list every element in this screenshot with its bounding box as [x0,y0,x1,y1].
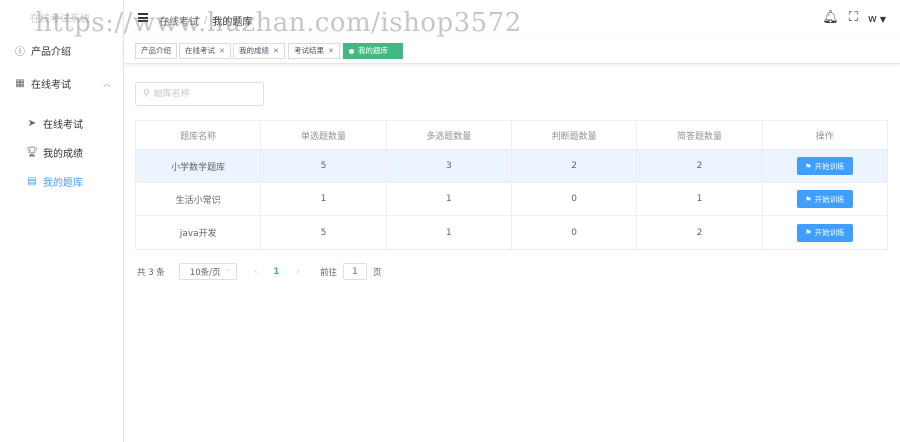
goto-suffix: 页 [372,267,382,278]
sidebar: 在线考试系统 ⓘ 产品介绍 ▦ 在线考试 ︿ ➤ 在线考试 🏆︎ 我的成绩 ▤ … [0,0,124,442]
tag-my-question-bank[interactable]: 我的题库 [343,43,403,59]
sidebar-item-product-intro[interactable]: ⓘ 产品介绍 [0,39,123,61]
button-label: 开始训练 [814,194,845,204]
button-label: 开始训练 [814,228,845,237]
breadcrumb-separator: / [204,15,208,26]
page-number[interactable]: 1 [273,267,279,277]
column-header: 判断题数量 [512,121,638,149]
caret-down-icon: ▼ [879,14,886,24]
page-size-select[interactable]: 10条/页 ﹀ [178,263,237,280]
prev-page-button[interactable]: ‹ [254,267,258,277]
question-bank-table: 题库名称 单选题数量 多选题数量 判断题数量 简答题数量 操作 小学数学题库 5… [135,120,888,250]
cell-judge: 2 [512,150,638,182]
sidebar-item-label: 产品介绍 [31,46,71,58]
table-row[interactable]: 小学数学题库 5 3 2 2 ⚑ 开始训练 [136,150,887,183]
cell-single: 1 [261,183,387,215]
sidebar-item-label: 我的题库 [43,177,83,189]
tag-online-exam[interactable]: 在线考试 ✕ [179,43,231,59]
cell-single: 5 [261,216,387,249]
cell-short: 1 [637,183,763,215]
page-size-value: 10条/页 [189,267,221,278]
sidebar-item-my-scores[interactable]: 🏆︎ 我的成绩 [0,141,123,163]
sidebar-item-label: 在线考试 [43,119,83,131]
column-header: 多选题数量 [387,121,512,149]
chevron-down-icon: ﹀ [224,269,231,276]
flag-icon: ⚑ [804,194,812,204]
tag-label: 产品介绍 [141,46,171,55]
tag-label: 在线考试 [185,46,215,55]
breadcrumb-item[interactable]: 在线考试 [159,13,199,28]
start-training-button[interactable]: ⚑ 开始训练 [796,190,853,208]
fullscreen-icon[interactable]: ⛶ [849,10,858,26]
cell-action: ⚑ 开始训练 [763,150,887,182]
close-icon[interactable]: ✕ [328,44,334,58]
next-page-button[interactable]: › [296,267,300,277]
top-header: 在线考试 / 我的题库 🔔︎ ⛶ w ▼ [124,0,900,38]
cell-short: 2 [637,150,763,182]
info-circle-icon: ⓘ [15,46,25,58]
breadcrumb-current: 我的题库 [212,17,253,28]
tags-view: 产品介绍 在线考试 ✕ 我的成绩 ✕ 考试结果 ✕ 我的题库 [124,38,900,64]
sidebar-item-label: 在线考试 [31,79,71,91]
search-input[interactable] [153,89,254,99]
pagination-total: 共 3 条 [137,267,165,278]
pagination: 共 3 条 10条/页 ﹀ ‹ 1 › 前往 1 页 [137,263,381,280]
flag-icon: ⚑ [804,228,812,237]
tag-my-scores[interactable]: 我的成绩 ✕ [233,43,285,59]
cell-action: ⚑ 开始训练 [763,216,887,249]
notebook-icon: ▤ [27,175,37,187]
button-label: 开始训练 [814,161,845,171]
table-row[interactable]: java开发 5 1 0 2 ⚑ 开始训练 [136,216,887,249]
column-header: 单选题数量 [261,121,387,149]
cell-name: 小学数学题库 [136,150,262,182]
cell-name: 生活小常识 [136,183,262,215]
table-row[interactable]: 生活小常识 1 1 0 1 ⚑ 开始训练 [136,183,887,216]
search-icon: ⚲ [143,89,150,99]
column-header: 操作 [815,131,834,142]
active-dot-icon [349,48,354,54]
tag-label: 考试结果 [294,46,324,55]
sidebar-item-online-exam[interactable]: ➤ 在线考试 [0,112,123,134]
table-header-row: 题库名称 单选题数量 多选题数量 判断题数量 简答题数量 操作 [136,121,887,150]
start-training-button[interactable]: ⚑ 开始训练 [796,223,853,242]
chevron-up-icon: ︿ [103,78,111,88]
column-header: 简答题数量 [637,121,763,149]
start-training-button[interactable]: ⚑ 开始训练 [796,157,853,175]
breadcrumb: 在线考试 / 我的题库 [159,13,252,28]
goto-page-value: 1 [352,266,358,277]
close-icon[interactable]: ✕ [273,44,279,58]
goto-label: 前往 [319,267,337,278]
cell-multi: 1 [387,216,512,249]
search-box[interactable]: ⚲ [135,82,264,106]
cell-judge: 0 [512,216,638,249]
column-header: 题库名称 [136,121,262,149]
tag-product-intro[interactable]: 产品介绍 [135,43,177,59]
cell-single: 5 [261,150,387,182]
close-icon[interactable]: ✕ [219,44,225,58]
app-logo: 在线考试系统 [30,14,90,25]
sidebar-item-my-question-bank[interactable]: ▤ 我的题库 [0,170,123,192]
hamburger-menu-icon[interactable] [138,13,148,22]
tag-label: 我的成绩 [239,46,269,55]
cell-judge: 0 [512,183,638,215]
tag-label: 我的题库 [358,46,388,55]
cell-multi: 3 [387,150,512,182]
flag-icon: ⚑ [804,161,812,171]
sidebar-item-label: 我的成绩 [43,148,83,160]
goto-page-input[interactable]: 1 [342,263,367,280]
bell-icon[interactable]: 🔔︎ [822,10,839,26]
cell-action: ⚑ 开始训练 [763,183,887,215]
cell-short: 2 [637,216,763,249]
tag-exam-result[interactable]: 考试结果 ✕ [288,43,340,59]
user-name: w [867,11,877,25]
grid-icon: ▦ [15,77,25,89]
cell-multi: 1 [387,183,512,215]
cell-name: java开发 [136,216,262,249]
trophy-icon: 🏆︎ [25,146,39,158]
send-icon: ➤ [27,117,37,129]
sidebar-group-online-exam[interactable]: ▦ 在线考试 ︿ [0,72,123,94]
header-actions: 🔔︎ ⛶ w ▼ [822,10,886,26]
user-menu[interactable]: w ▼ [868,12,886,25]
